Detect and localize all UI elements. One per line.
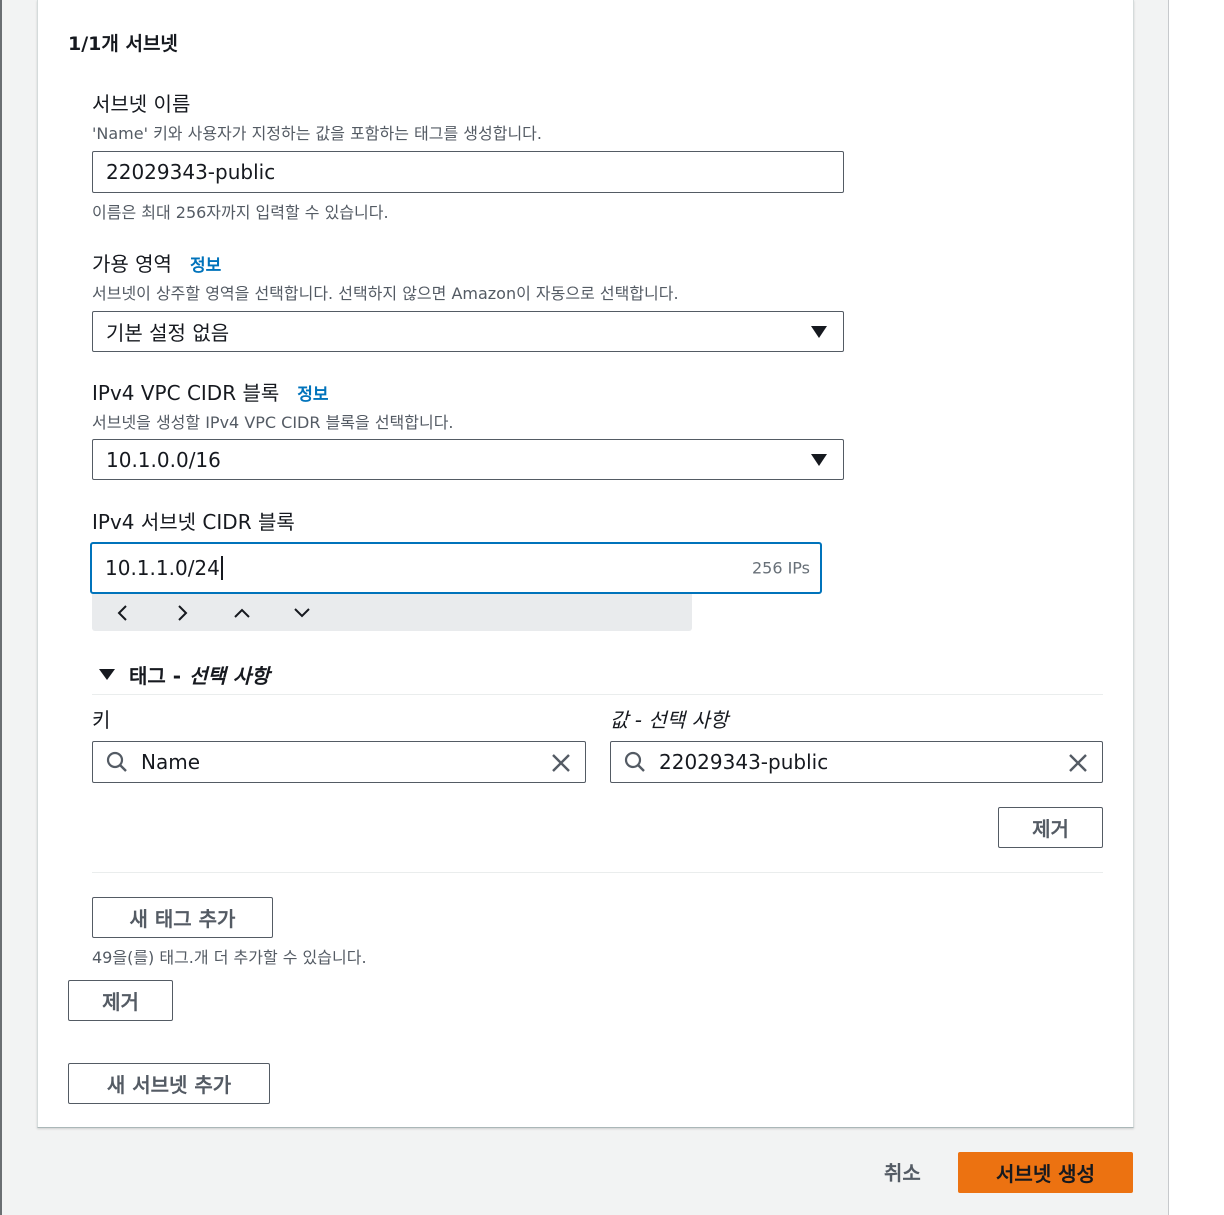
expanded-triangle-icon: [99, 669, 115, 680]
availability-zone-label: 가용 영역: [92, 252, 172, 276]
search-icon: [623, 750, 647, 774]
right-gutter: [1169, 0, 1224, 1215]
subnet-name-input[interactable]: 22029343-public: [92, 151, 844, 193]
vpc-cidr-info-link[interactable]: 정보: [297, 380, 328, 405]
vpc-cidr-label-row: IPv4 VPC CIDR 블록 정보: [92, 377, 329, 406]
text-cursor: [220, 556, 223, 580]
subnet-cidr-value: 10.1.1.0/24: [105, 556, 220, 580]
subnet-cidr-label: IPv4 서브넷 CIDR 블록: [92, 510, 295, 534]
tags-remaining-text: 49을(를) 태그.개 더 추가할 수 있습니다.: [92, 948, 367, 967]
subnet-cidr-input[interactable]: 10.1.1.0/24 256 IPs: [90, 542, 822, 594]
tag-value-input[interactable]: 22029343-public: [610, 741, 1103, 783]
remove-tag-button[interactable]: 제거: [998, 807, 1103, 848]
window-left-border: [0, 0, 2, 1215]
tag-value-value: 22029343-public: [659, 750, 829, 774]
vpc-cidr-label: IPv4 VPC CIDR 블록: [92, 381, 280, 405]
subnet-cidr-ip-count: 256 IPs: [751, 558, 810, 578]
cancel-button[interactable]: 취소: [884, 1157, 921, 1186]
remove-subnet-button[interactable]: 제거: [68, 980, 173, 1021]
add-subnet-button[interactable]: 새 서브넷 추가: [68, 1063, 270, 1104]
chevron-down-icon[interactable]: [289, 600, 315, 626]
vpc-cidr-select[interactable]: 10.1.0.0/16: [92, 439, 844, 480]
vpc-cidr-selected-value: 10.1.0.0/16: [106, 447, 221, 472]
availability-zone-selected-value: 기본 설정 없음: [106, 321, 230, 345]
chevron-left-icon[interactable]: [110, 600, 136, 626]
clear-icon[interactable]: [1066, 751, 1090, 775]
clear-icon[interactable]: [549, 751, 573, 775]
create-subnet-button[interactable]: 서브넷 생성: [958, 1152, 1133, 1193]
chevron-up-icon[interactable]: [229, 600, 255, 626]
availability-zone-description: 서브넷이 상주할 영역을 선택합니다. 선택하지 않으면 Amazon이 자동으…: [92, 284, 679, 303]
subnet-name-label: 서브넷 이름: [92, 92, 191, 116]
cidr-stepper-bar: [92, 594, 692, 631]
subnet-name-constraint: 이름은 최대 256자까지 입력할 수 있습니다.: [92, 203, 389, 222]
subnet-name-value: 22029343-public: [106, 160, 276, 184]
tags-title-optional: 선택 사항: [189, 664, 270, 688]
availability-zone-info-link[interactable]: 정보: [190, 251, 221, 276]
dropdown-caret-icon: [811, 453, 827, 466]
tag-value-label: 값 - 선택 사항: [610, 708, 729, 732]
availability-zone-select[interactable]: 기본 설정 없음: [92, 311, 844, 352]
tags-section-toggle[interactable]: 태그 - 선택 사항: [99, 660, 270, 689]
availability-zone-label-row: 가용 영역 정보: [92, 248, 221, 277]
subnet-name-description: 'Name' 키와 사용자가 지정하는 값을 포함하는 태그를 생성합니다.: [92, 124, 542, 143]
tags-divider: [92, 694, 1103, 695]
chevron-right-icon[interactable]: [169, 600, 195, 626]
add-tag-button[interactable]: 새 태그 추가: [92, 897, 273, 938]
vpc-cidr-description: 서브넷을 생성할 IPv4 VPC CIDR 블록을 선택합니다.: [92, 413, 454, 432]
tag-key-input[interactable]: Name: [92, 741, 586, 783]
tag-key-value: Name: [141, 750, 201, 774]
tags-bottom-divider: [92, 872, 1103, 873]
tags-title: 태그 -: [129, 664, 182, 688]
dropdown-caret-icon: [811, 325, 827, 338]
subnet-count-heading: 1/1개 서브넷: [68, 33, 178, 55]
tag-key-label: 키: [92, 708, 111, 732]
search-icon: [105, 750, 129, 774]
